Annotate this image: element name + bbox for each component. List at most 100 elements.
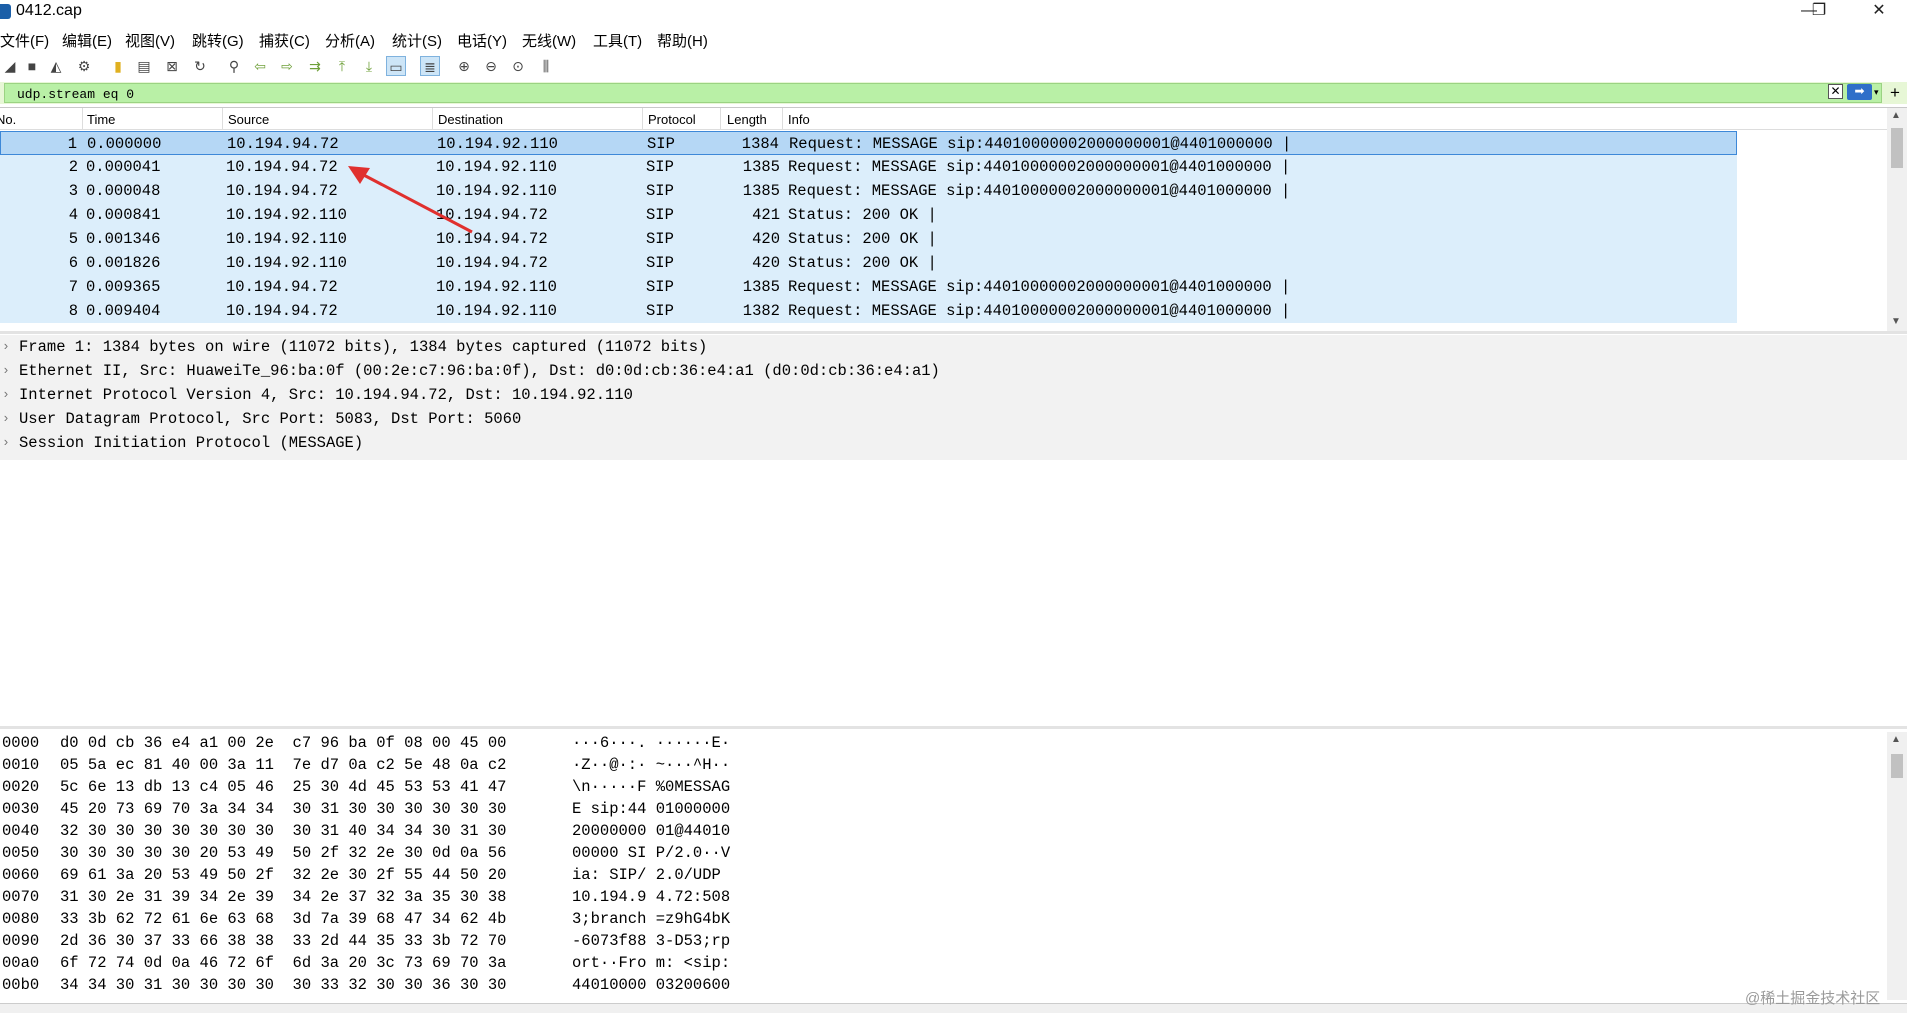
- reload-icon[interactable]: ↻: [190, 56, 210, 76]
- packet-len: 1382: [742, 302, 780, 320]
- filter-history-dropdown[interactable]: ▾: [1874, 84, 1884, 100]
- detail-udp[interactable]: › User Datagram Protocol, Src Port: 5083,…: [0, 407, 1907, 431]
- packet-info: Request: MESSAGE sip:4401000000200000000…: [789, 135, 1292, 153]
- options-icon[interactable]: ⚙: [74, 56, 94, 76]
- packet-row[interactable]: 2 0.000041 10.194.94.72 10.194.92.110 SIP 138…: [0, 155, 1737, 179]
- packet-no: 6: [68, 254, 78, 272]
- restore-button[interactable]: ❐: [1796, 0, 1842, 24]
- column-source[interactable]: Source: [228, 112, 269, 127]
- save-file-icon[interactable]: ▤: [134, 56, 154, 76]
- packet-no: 3: [68, 182, 78, 200]
- packet-len: 1385: [742, 182, 780, 200]
- bytes-scrollbar[interactable]: ▲: [1887, 732, 1907, 1000]
- open-file-icon[interactable]: ▮: [108, 56, 128, 76]
- packet-row[interactable]: 6 0.001826 10.194.92.110 10.194.94.72 SIP 420…: [0, 251, 1737, 275]
- menu-file[interactable]: 文件(F): [0, 30, 49, 51]
- menu-capture[interactable]: 捕获(C): [259, 30, 310, 51]
- packet-row[interactable]: 3 0.000048 10.194.94.72 10.194.92.110 SIP 138…: [0, 179, 1737, 203]
- detail-sip[interactable]: › Session Initiation Protocol (MESSAGE): [0, 431, 1907, 455]
- display-filter-input[interactable]: udp.stream eq 0: [4, 83, 1882, 103]
- restart-icon[interactable]: ◭: [46, 56, 66, 76]
- packet-row[interactable]: 4 0.000841 10.194.92.110 10.194.94.72 SIP 421…: [0, 203, 1737, 227]
- hex-ascii: ort··Fro m: <sip:: [572, 954, 731, 972]
- pane-splitter[interactable]: [0, 726, 1907, 729]
- column-time[interactable]: Time: [87, 112, 115, 127]
- menu-edit[interactable]: 编辑(E): [62, 30, 112, 51]
- autoscroll-icon[interactable]: ▭: [386, 56, 406, 76]
- menu-go[interactable]: 跳转(G): [192, 30, 244, 51]
- packet-src: 10.194.92.110: [226, 206, 347, 224]
- packet-row[interactable]: 1 0.000000 10.194.94.72 10.194.92.110 SIP 138…: [0, 131, 1737, 155]
- close-file-icon[interactable]: ⊠: [162, 56, 182, 76]
- menu-wireless[interactable]: 无线(W): [522, 30, 576, 51]
- scroll-thumb[interactable]: [1891, 128, 1903, 168]
- detail-ipv4[interactable]: › Internet Protocol Version 4, Src: 10.19…: [0, 383, 1907, 407]
- expand-chevron-icon[interactable]: ›: [2, 359, 10, 383]
- menu-bar: 文件(F) 编辑(E) 视图(V) 跳转(G) 捕获(C) 分析(A) 统计(S…: [0, 28, 1907, 50]
- column-destination[interactable]: Destination: [438, 112, 503, 127]
- expand-chevron-icon[interactable]: ›: [2, 407, 10, 431]
- pane-splitter[interactable]: [0, 331, 1907, 334]
- packet-row[interactable]: 7 0.009365 10.194.94.72 10.194.92.110 SIP 138…: [0, 275, 1737, 299]
- close-window-button[interactable]: ✕: [1856, 0, 1902, 24]
- shark-fin-start-icon[interactable]: ◢: [0, 56, 20, 76]
- clear-filter-icon[interactable]: ✕: [1828, 84, 1843, 99]
- find-icon[interactable]: ⚲: [224, 56, 244, 76]
- colorize-icon[interactable]: ≣: [420, 56, 440, 76]
- packet-list: No. Time Source Destination Protocol Len…: [0, 107, 1907, 331]
- scroll-up-icon[interactable]: ▲: [1891, 110, 1901, 121]
- zoom-in-icon[interactable]: ⊕: [454, 56, 474, 76]
- goto-packet-icon[interactable]: ⇉: [305, 56, 325, 76]
- scroll-up-icon[interactable]: ▲: [1891, 734, 1901, 745]
- packet-proto: SIP: [646, 302, 674, 320]
- expand-chevron-icon[interactable]: ›: [2, 383, 10, 407]
- annotation-arrow: [348, 166, 473, 234]
- zoom-normal-icon[interactable]: ⊙: [508, 56, 528, 76]
- title-bar: 0412.cap — ❐ ✕: [0, 0, 1907, 24]
- packet-row[interactable]: 8 0.009404 10.194.94.72 10.194.92.110 SIP 138…: [0, 299, 1737, 323]
- menu-tools[interactable]: 工具(T): [593, 30, 642, 51]
- packet-len: 420: [752, 230, 780, 248]
- scroll-thumb[interactable]: [1891, 754, 1903, 778]
- packet-src: 10.194.92.110: [226, 230, 347, 248]
- menu-view[interactable]: 视图(V): [125, 30, 175, 51]
- detail-frame[interactable]: › Frame 1: 1384 bytes on wire (11072 bits…: [0, 335, 1907, 359]
- menu-help[interactable]: 帮助(H): [657, 30, 708, 51]
- packet-list-scrollbar[interactable]: ▲ ▼: [1887, 108, 1907, 331]
- expand-chevron-icon[interactable]: ›: [2, 431, 10, 455]
- first-packet-icon[interactable]: ⤒: [332, 56, 352, 76]
- resize-columns-icon[interactable]: ⫼: [536, 56, 556, 76]
- packet-proto: SIP: [647, 135, 675, 153]
- packet-src: 10.194.92.110: [226, 254, 347, 272]
- column-no[interactable]: No.: [0, 112, 16, 127]
- back-icon[interactable]: ⇦: [250, 56, 270, 76]
- packet-info: Request: MESSAGE sip:4401000000200000000…: [788, 302, 1291, 320]
- watermark: @稀土掘金技术社区: [1745, 990, 1881, 1007]
- hex-hex: 2d 36 30 37 33 66 38 38 33 2d 44 35 33 3…: [60, 932, 507, 950]
- menu-statistics[interactable]: 统计(S): [392, 30, 442, 51]
- packet-bytes: 0000 d0 0d cb 36 e4 a1 00 2e c7 96 ba 0f …: [0, 732, 1907, 1000]
- column-info[interactable]: Info: [788, 112, 810, 127]
- add-filter-button[interactable]: +: [1890, 83, 1900, 103]
- zoom-out-icon[interactable]: ⊖: [481, 56, 501, 76]
- apply-filter-icon[interactable]: ➡: [1847, 84, 1872, 100]
- last-packet-icon[interactable]: ⤓: [359, 56, 379, 76]
- hex-off: 0090: [2, 932, 40, 950]
- packet-proto: SIP: [646, 230, 674, 248]
- column-protocol[interactable]: Protocol: [648, 112, 696, 127]
- expand-chevron-icon[interactable]: ›: [2, 335, 10, 359]
- hex-ascii: ···6···. ······E·: [572, 734, 731, 752]
- forward-icon[interactable]: ⇨: [277, 56, 297, 76]
- packet-len: 1385: [742, 278, 780, 296]
- detail-ethernet[interactable]: › Ethernet II, Src: HuaweiTe_96:ba:0f (00…: [0, 359, 1907, 383]
- stop-icon[interactable]: ■: [22, 56, 42, 76]
- packet-time: 0.000841: [86, 206, 161, 224]
- scroll-down-icon[interactable]: ▼: [1891, 316, 1901, 327]
- menu-telephony[interactable]: 电话(Y): [457, 30, 507, 51]
- column-length[interactable]: Length: [727, 112, 767, 127]
- hex-ascii: 10.194.9 4.72:508: [572, 888, 731, 906]
- packet-src: 10.194.94.72: [226, 278, 338, 296]
- packet-time: 0.000048: [86, 182, 161, 200]
- packet-row[interactable]: 5 0.001346 10.194.92.110 10.194.94.72 SIP 420…: [0, 227, 1737, 251]
- menu-analyze[interactable]: 分析(A): [325, 30, 375, 51]
